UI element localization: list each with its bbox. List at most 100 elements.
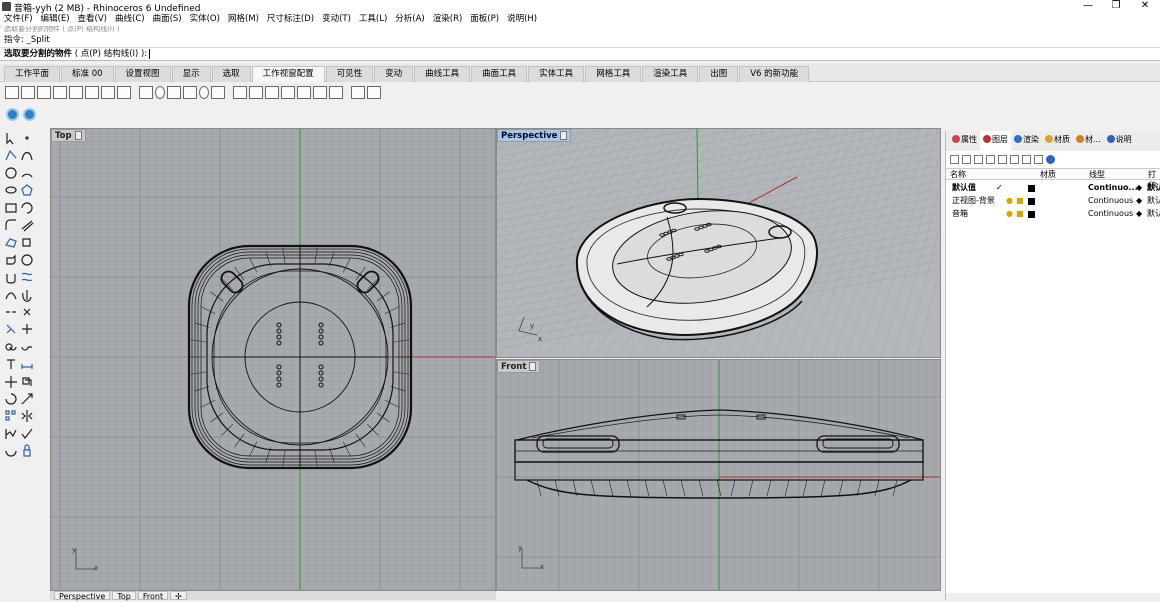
panel-tab-properties[interactable]: 属性 xyxy=(949,131,980,151)
loft-icon[interactable] xyxy=(20,270,34,284)
polyline-icon[interactable] xyxy=(4,148,18,162)
rotate-icon[interactable] xyxy=(4,392,18,406)
sweep-icon[interactable] xyxy=(4,288,18,302)
new-layer-icon[interactable] xyxy=(950,154,959,164)
cylinder-icon[interactable] xyxy=(4,270,18,284)
chevron-down-icon[interactable] xyxy=(529,362,537,371)
tab-new-in-v6[interactable]: V6 的新功能 xyxy=(739,66,810,82)
menu-panels[interactable]: 面板(P) xyxy=(466,13,503,26)
viewport-perspective[interactable]: Perspective y x xyxy=(496,128,941,358)
maximize-button[interactable]: ❐ xyxy=(1102,0,1130,13)
four-viewports-icon[interactable] xyxy=(5,86,19,99)
unlock-icon[interactable]: ■ xyxy=(1016,208,1024,220)
dot-icon[interactable] xyxy=(199,86,209,99)
command-options[interactable]: ( 点(P) 结构线(I) ): xyxy=(75,49,148,59)
lightbulb-icon[interactable]: ● xyxy=(1006,195,1013,207)
fillet-icon[interactable] xyxy=(4,218,18,232)
viewport-top[interactable]: Top y x xyxy=(50,128,496,591)
command-prompt[interactable]: 选取要分割的物件 ( 点(P) 结构线(I) ): xyxy=(0,47,1160,61)
move-to-parent-icon[interactable] xyxy=(1010,154,1019,164)
split-viewport-icon[interactable] xyxy=(53,86,67,99)
unlock-icon[interactable]: ■ xyxy=(1016,195,1024,207)
layer-color-swatch[interactable] xyxy=(1028,198,1035,205)
check-icon[interactable] xyxy=(20,427,34,441)
panel-tab-materials[interactable]: 材质 xyxy=(1042,131,1073,151)
menu-file[interactable]: 文件(F) xyxy=(0,13,37,26)
arc-icon[interactable] xyxy=(20,166,34,180)
detail-view-icon[interactable] xyxy=(249,86,263,99)
tab-viewport-layout[interactable]: 工作视窗配置 xyxy=(251,66,325,82)
layer-row[interactable]: 默认值 ✓ Continuo... ◆ 默认 xyxy=(946,182,1160,194)
menu-transform[interactable]: 变动(T) xyxy=(318,13,355,26)
layout-properties-icon[interactable] xyxy=(265,86,279,99)
polygon-icon[interactable] xyxy=(20,183,34,197)
wallpaper-icon[interactable] xyxy=(211,86,225,99)
tab-transform[interactable]: 变动 xyxy=(374,66,414,82)
col-name[interactable]: 名称 xyxy=(950,169,966,180)
panel-tab-render[interactable]: 渲染 xyxy=(1011,131,1042,151)
tab-cplanes[interactable]: 工作平面 xyxy=(4,66,61,82)
named-views-icon[interactable] xyxy=(167,86,181,99)
menu-help[interactable]: 说明(H) xyxy=(503,13,541,26)
viewport-tab-top[interactable]: Top xyxy=(112,591,136,601)
add-viewport-tab-icon[interactable]: ✢ xyxy=(170,591,187,601)
circle-icon[interactable] xyxy=(4,166,18,180)
panel-scrollbar[interactable] xyxy=(946,593,1160,600)
lightbulb-icon[interactable]: ● xyxy=(1006,208,1013,220)
three-viewports-icon[interactable] xyxy=(21,86,35,99)
tab-solid-tools[interactable]: 实体工具 xyxy=(528,66,585,82)
menu-view[interactable]: 查看(V) xyxy=(74,13,111,26)
panel-tab-libraries[interactable]: 材... xyxy=(1073,131,1104,151)
menu-tools[interactable]: 工具(L) xyxy=(355,13,391,26)
minimize-button[interactable]: — xyxy=(1074,0,1102,13)
text-icon[interactable] xyxy=(4,357,18,371)
menu-mesh[interactable]: 网格(M) xyxy=(224,13,263,26)
history-update-icon[interactable] xyxy=(23,108,36,121)
split-icon[interactable] xyxy=(20,322,34,336)
split-vertical-icon[interactable] xyxy=(85,86,99,99)
layer-row[interactable]: 音箱 ● ■ Continuous ◆ 默认 xyxy=(946,208,1160,220)
viewport-front[interactable]: Front y x xyxy=(496,359,941,591)
move-icon[interactable] xyxy=(4,375,18,389)
surface-icon[interactable] xyxy=(4,235,18,249)
viewport-title-front[interactable]: Front xyxy=(497,360,541,373)
tab-set-view[interactable]: 设置视图 xyxy=(114,66,171,82)
boolean-union-icon[interactable] xyxy=(4,340,18,354)
layer-color-swatch[interactable] xyxy=(1028,211,1035,218)
tab-display[interactable]: 显示 xyxy=(171,66,211,82)
menu-edit[interactable]: 编辑(E) xyxy=(37,13,74,26)
close-button[interactable]: ✕ xyxy=(1131,0,1159,13)
split-horizontal-icon[interactable] xyxy=(69,86,83,99)
move-down-icon[interactable] xyxy=(998,154,1007,164)
render-icon[interactable] xyxy=(4,444,18,458)
viewport-tab-front[interactable]: Front xyxy=(137,591,169,601)
array-icon[interactable] xyxy=(4,409,18,423)
viewport-title-perspective[interactable]: Perspective xyxy=(497,129,572,142)
mirror-icon[interactable] xyxy=(20,409,34,423)
copy-layout-icon[interactable] xyxy=(281,86,295,99)
tab-standard[interactable]: 标准 00 xyxy=(61,66,114,82)
panel-tab-help[interactable]: 说明 xyxy=(1104,131,1135,151)
layer-row[interactable]: 正视图-背景 ● ■ Continuous ◆ 默认 xyxy=(946,195,1160,207)
scale-icon[interactable] xyxy=(20,392,34,406)
tab-mesh-tools[interactable]: 网格工具 xyxy=(585,66,642,82)
explode-icon[interactable] xyxy=(20,305,34,319)
menu-surface[interactable]: 曲面(S) xyxy=(149,13,186,26)
lock-icon[interactable] xyxy=(20,444,34,458)
tab-drafting[interactable]: 出图 xyxy=(699,66,739,82)
point-icon[interactable] xyxy=(20,131,34,145)
menu-solid[interactable]: 实体(O) xyxy=(186,13,224,26)
viewport-tile-icon[interactable] xyxy=(117,86,131,99)
col-material[interactable]: 材质 xyxy=(1040,169,1056,180)
layer-color-swatch[interactable] xyxy=(1028,185,1035,192)
viewport-grid-icon[interactable] xyxy=(101,86,115,99)
tab-curve-tools[interactable]: 曲线工具 xyxy=(414,66,471,82)
history-record-icon[interactable] xyxy=(6,108,19,121)
mesh-grid-icon[interactable] xyxy=(139,86,153,99)
page-setup-icon[interactable] xyxy=(297,86,311,99)
col-linetype[interactable]: 线型 xyxy=(1089,169,1105,180)
tools-icon[interactable] xyxy=(1034,154,1043,164)
viewport-title-top[interactable]: Top xyxy=(51,129,86,142)
sphere-icon[interactable] xyxy=(20,253,34,267)
revolve-icon[interactable] xyxy=(20,288,34,302)
